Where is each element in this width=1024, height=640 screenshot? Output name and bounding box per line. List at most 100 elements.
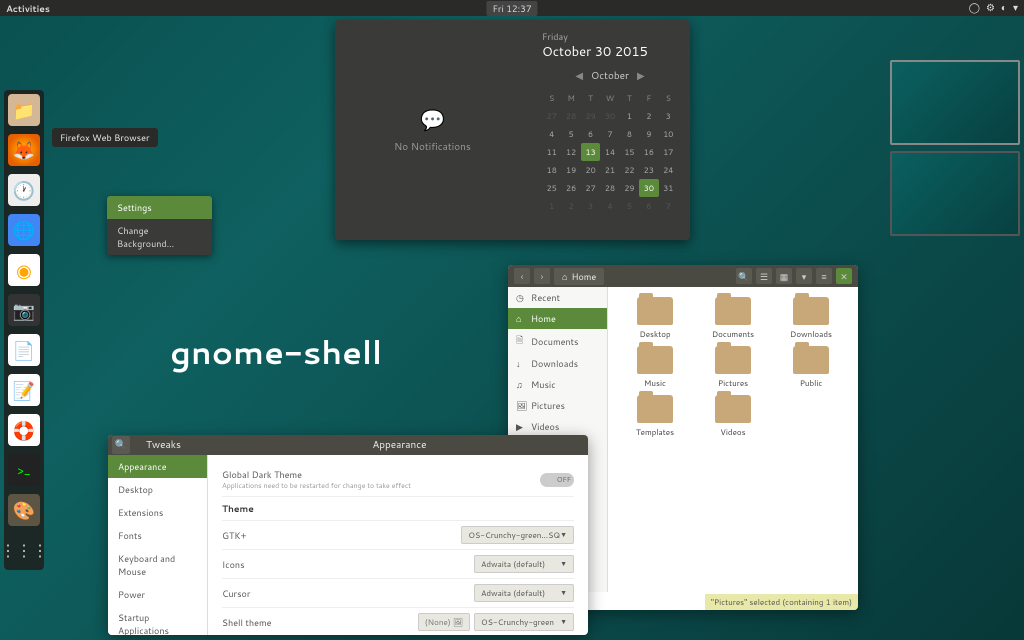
calendar-day[interactable]: 5 bbox=[561, 125, 580, 143]
cursor-combo[interactable]: Adwaita (default)▼ bbox=[474, 584, 574, 602]
folder-item[interactable]: Pictures bbox=[696, 346, 770, 389]
workspace-2[interactable] bbox=[890, 151, 1020, 236]
files-sidebar-item[interactable]: 🗎Documents bbox=[508, 329, 607, 353]
calendar-day[interactable]: 4 bbox=[600, 197, 619, 215]
workspace-1[interactable] bbox=[890, 60, 1020, 145]
calendar-day[interactable]: 28 bbox=[600, 179, 619, 197]
calendar-day[interactable]: 18 bbox=[542, 161, 561, 179]
calendar-day[interactable]: 28 bbox=[561, 107, 580, 125]
volume-icon[interactable]: ◐ bbox=[1001, 1, 1007, 15]
clock-button[interactable]: Fri 12:37 bbox=[486, 1, 537, 16]
activities-button[interactable]: Activities bbox=[6, 2, 50, 15]
calendar-day[interactable]: 13 bbox=[581, 143, 600, 161]
tweaks-sidebar-item[interactable]: Extensions bbox=[108, 501, 207, 524]
folder-item[interactable]: Documents bbox=[696, 297, 770, 340]
dock-office-icon[interactable]: 📄 bbox=[8, 334, 40, 366]
calendar-day[interactable]: 17 bbox=[659, 143, 678, 161]
calendar-day[interactable]: 15 bbox=[620, 143, 639, 161]
context-change-background[interactable]: Change Background… bbox=[107, 219, 212, 255]
calendar-day[interactable]: 2 bbox=[561, 197, 580, 215]
files-grid-view-button[interactable]: ▦ bbox=[776, 268, 792, 284]
calendar-day[interactable]: 11 bbox=[542, 143, 561, 161]
calendar-day[interactable]: 24 bbox=[659, 161, 678, 179]
power-icon[interactable]: ▾ bbox=[1013, 1, 1018, 15]
calendar-prev-icon[interactable]: ◀ bbox=[575, 69, 583, 83]
calendar-day[interactable]: 6 bbox=[639, 197, 658, 215]
tweaks-sidebar-item[interactable]: Desktop bbox=[108, 478, 207, 501]
folder-item[interactable]: Videos bbox=[696, 395, 770, 438]
calendar-day[interactable]: 3 bbox=[659, 107, 678, 125]
calendar-day[interactable]: 7 bbox=[659, 197, 678, 215]
global-dark-toggle[interactable]: OFF bbox=[540, 473, 574, 487]
folder-item[interactable]: Public bbox=[774, 346, 848, 389]
files-menu-button[interactable]: ≡ bbox=[816, 268, 832, 284]
calendar-day[interactable]: 1 bbox=[620, 107, 639, 125]
calendar-day[interactable]: 23 bbox=[639, 161, 658, 179]
files-forward-button[interactable]: › bbox=[534, 268, 550, 284]
files-sidebar-item[interactable]: 🖼Pictures bbox=[508, 395, 607, 416]
calendar-day[interactable]: 27 bbox=[542, 107, 561, 125]
files-search-button[interactable]: 🔍 bbox=[736, 268, 752, 284]
shell-none-button[interactable]: (None) 🖼 bbox=[418, 613, 470, 631]
calendar-day[interactable]: 3 bbox=[581, 197, 600, 215]
dock-media-icon[interactable]: ◉ bbox=[8, 254, 40, 286]
files-dropdown-button[interactable]: ▾ bbox=[796, 268, 812, 284]
calendar-day[interactable]: 27 bbox=[581, 179, 600, 197]
tweaks-sidebar-item[interactable]: Power bbox=[108, 583, 207, 606]
files-list-view-button[interactable]: ☰ bbox=[756, 268, 772, 284]
calendar-day[interactable]: 16 bbox=[639, 143, 658, 161]
calendar-day[interactable]: 1 bbox=[542, 197, 561, 215]
calendar-day[interactable]: 26 bbox=[561, 179, 580, 197]
folder-item[interactable]: Music bbox=[618, 346, 692, 389]
calendar-day[interactable]: 12 bbox=[561, 143, 580, 161]
calendar-day[interactable]: 6 bbox=[581, 125, 600, 143]
calendar-day[interactable]: 31 bbox=[659, 179, 678, 197]
calendar-day[interactable]: 8 bbox=[620, 125, 639, 143]
tweaks-sidebar-item[interactable]: Startup Applications bbox=[108, 606, 207, 635]
dock-files-icon[interactable]: 📁 bbox=[8, 94, 40, 126]
calendar-day[interactable]: 22 bbox=[620, 161, 639, 179]
tweaks-sidebar-item[interactable]: Keyboard and Mouse bbox=[108, 547, 207, 583]
files-back-button[interactable]: ‹ bbox=[514, 268, 530, 284]
calendar-day[interactable]: 21 bbox=[600, 161, 619, 179]
tweaks-search-button[interactable]: 🔍 bbox=[112, 436, 130, 454]
files-sidebar-item[interactable]: ◷Recent bbox=[508, 287, 607, 308]
dock-help-icon[interactable]: 🛟 bbox=[8, 414, 40, 446]
calendar-day[interactable]: 2 bbox=[639, 107, 658, 125]
shell-combo[interactable]: OS-Crunchy-green▼ bbox=[474, 613, 574, 631]
calendar-day[interactable]: 14 bbox=[600, 143, 619, 161]
calendar-day[interactable]: 7 bbox=[600, 125, 619, 143]
dock-text-icon[interactable]: 📝 bbox=[8, 374, 40, 406]
dock-camera-icon[interactable]: 📷 bbox=[8, 294, 40, 326]
dock-gimp-icon[interactable]: 🎨 bbox=[8, 494, 40, 526]
folder-item[interactable]: Downloads bbox=[774, 297, 848, 340]
calendar-day[interactable]: 9 bbox=[639, 125, 658, 143]
folder-item[interactable]: Templates bbox=[618, 395, 692, 438]
calendar-day[interactable]: 25 bbox=[542, 179, 561, 197]
files-sidebar-item[interactable]: ⌂Home bbox=[508, 308, 607, 329]
calendar-day[interactable]: 30 bbox=[639, 179, 658, 197]
calendar-day[interactable]: 20 bbox=[581, 161, 600, 179]
files-close-button[interactable]: ✕ bbox=[836, 268, 852, 284]
dock-terminal-icon[interactable]: >_ bbox=[8, 454, 40, 486]
calendar-day[interactable]: 29 bbox=[581, 107, 600, 125]
status-area[interactable]: ◯ ⚙ ◐ ▾ bbox=[969, 1, 1018, 15]
files-pathbar[interactable]: ⌂Home bbox=[554, 268, 604, 285]
calendar-day[interactable]: 19 bbox=[561, 161, 580, 179]
calendar-next-icon[interactable]: ▶ bbox=[637, 69, 645, 83]
network-icon[interactable]: ⚙ bbox=[986, 1, 995, 15]
files-sidebar-item[interactable]: ▶Videos bbox=[508, 416, 607, 437]
context-settings[interactable]: Settings bbox=[107, 196, 212, 219]
tweaks-sidebar-item[interactable]: Appearance bbox=[108, 455, 207, 478]
folder-item[interactable]: Desktop bbox=[618, 297, 692, 340]
dock-web-icon[interactable]: 🌐 bbox=[8, 214, 40, 246]
icons-combo[interactable]: Adwaita (default)▼ bbox=[474, 555, 574, 573]
dock-clock-icon[interactable]: 🕐 bbox=[8, 174, 40, 206]
files-sidebar-item[interactable]: ♫Music bbox=[508, 374, 607, 395]
gtk-combo[interactable]: OS-Crunchy-green…SQ▼ bbox=[461, 526, 574, 544]
tweaks-sidebar-item[interactable]: Fonts bbox=[108, 524, 207, 547]
calendar-day[interactable]: 29 bbox=[620, 179, 639, 197]
calendar-day[interactable]: 30 bbox=[600, 107, 619, 125]
dock-apps-icon[interactable]: ⋮⋮⋮ bbox=[8, 534, 40, 566]
files-sidebar-item[interactable]: ↓Downloads bbox=[508, 353, 607, 374]
